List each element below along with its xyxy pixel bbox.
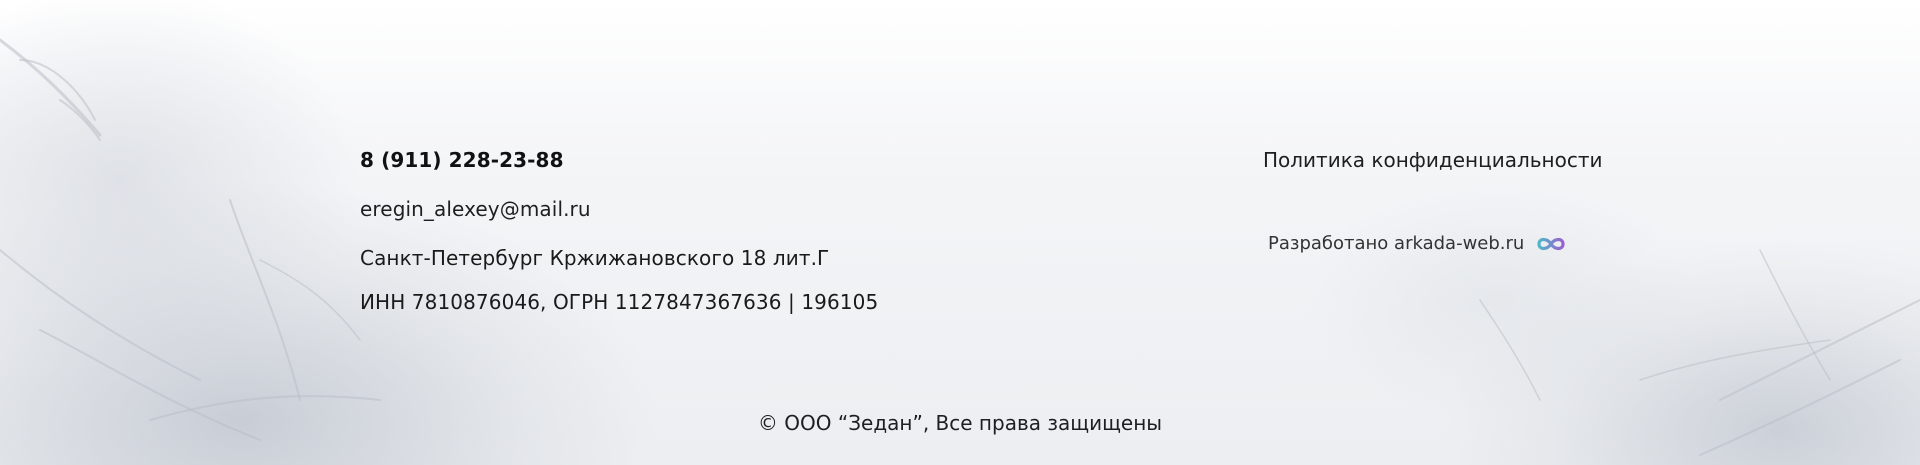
snow-branches-illustration <box>0 38 1920 456</box>
developer-credit-link[interactable]: Разработано arkada-web.ru <box>1268 230 1568 258</box>
company-requisites: ИНН 7810876046, ОГРН 1127847367636 | 196… <box>360 290 879 314</box>
infinity-logo-icon <box>1537 237 1565 251</box>
phone-link[interactable]: 8 (911) 228-23-88 <box>360 146 878 174</box>
email-link[interactable]: eregin_alexey@mail.ru <box>360 195 878 223</box>
contacts-block: 8 (911) 228-23-88 eregin_alexey@mail.ru … <box>360 146 878 316</box>
copyright-text: © ООО “Зедан”, Все права защищены <box>757 411 1163 435</box>
address-text: Санкт-Петербург Кржижановского 18 лит.Г <box>360 246 830 270</box>
snowy-trees-background <box>0 0 1920 465</box>
privacy-policy-link[interactable]: Политика конфиденциальности <box>1263 146 1603 174</box>
developer-credit-text: Разработано arkada-web.ru <box>1268 233 1525 254</box>
